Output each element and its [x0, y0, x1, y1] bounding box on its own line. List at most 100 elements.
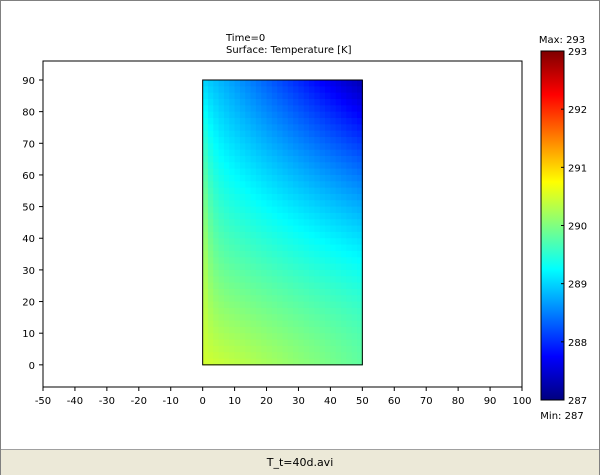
field-cell	[341, 269, 347, 277]
field-cell	[330, 149, 337, 157]
field-cell	[319, 263, 326, 271]
field-cell	[223, 320, 230, 328]
field-cell	[293, 339, 300, 347]
field-cell	[255, 288, 262, 296]
field-cell	[314, 124, 321, 132]
field-cell	[218, 187, 225, 195]
field-cell	[298, 231, 305, 239]
field-cell	[335, 307, 342, 315]
field-cell	[303, 269, 310, 277]
field-cell	[202, 86, 209, 94]
field-cell	[325, 136, 331, 144]
field-cell	[207, 92, 214, 100]
field-cell	[282, 276, 289, 284]
y-tick-label: 60	[22, 171, 35, 182]
field-cell	[239, 320, 246, 328]
field-cell	[266, 149, 273, 157]
field-cell	[287, 206, 294, 214]
field-cell	[325, 301, 331, 309]
field-cell	[282, 295, 289, 303]
field-cell	[303, 339, 310, 347]
field-cell	[250, 244, 257, 252]
field-cell	[346, 143, 353, 151]
field-cell	[293, 320, 300, 328]
field-cell	[229, 320, 236, 328]
field-cell	[314, 86, 321, 94]
field-cell	[346, 149, 353, 157]
field-cell	[330, 212, 337, 220]
field-cell	[234, 250, 241, 258]
field-cell	[330, 200, 337, 208]
field-cell	[250, 295, 257, 303]
field-cell	[207, 124, 214, 132]
field-cell	[325, 111, 331, 119]
field-cell	[303, 301, 310, 309]
field-cell	[250, 117, 257, 125]
field-cell	[346, 136, 353, 144]
field-cell	[239, 193, 246, 201]
field-cell	[202, 288, 209, 296]
field-cell	[303, 79, 310, 87]
field-cell	[287, 288, 294, 296]
field-cell	[319, 320, 326, 328]
field-cell	[207, 276, 214, 284]
field-cell	[314, 320, 321, 328]
field-cell	[271, 168, 278, 176]
field-cell	[245, 238, 252, 246]
field-cell	[309, 295, 316, 303]
field-cell	[245, 225, 252, 233]
colorbar-tick-label: 291	[568, 163, 587, 174]
field-cell	[229, 181, 236, 189]
field-cell	[213, 301, 220, 309]
field-cell	[250, 352, 257, 360]
field-cell	[309, 263, 316, 271]
field-cell	[325, 339, 331, 347]
field-cell	[239, 333, 246, 341]
colorbar-tick-label: 288	[568, 338, 587, 349]
field-cell	[202, 352, 209, 360]
x-tick-label: 100	[512, 396, 531, 407]
field-cell	[346, 105, 353, 113]
field-cell	[298, 326, 305, 334]
field-cell	[245, 320, 252, 328]
field-cell	[341, 174, 347, 182]
field-cell	[261, 143, 268, 151]
field-cell	[293, 130, 300, 138]
field-cell	[202, 193, 209, 201]
field-cell	[271, 225, 278, 233]
field-cell	[330, 174, 337, 182]
field-cell	[229, 326, 236, 334]
field-cell	[266, 282, 273, 290]
field-cell	[330, 143, 337, 151]
field-cell	[202, 181, 209, 189]
field-cell	[245, 86, 252, 94]
field-cell	[245, 352, 252, 360]
field-cell	[229, 231, 236, 239]
field-cell	[335, 162, 342, 170]
field-cell	[314, 105, 321, 113]
field-cell	[309, 168, 316, 176]
field-cell	[325, 257, 331, 265]
field-cell	[250, 326, 257, 334]
field-cell	[293, 225, 300, 233]
field-cell	[250, 79, 257, 87]
field-cell	[282, 345, 289, 353]
field-cell	[261, 79, 268, 87]
field-cell	[213, 307, 220, 315]
field-cell	[325, 320, 331, 328]
field-cell	[266, 295, 273, 303]
field-cell	[250, 301, 257, 309]
field-cell	[298, 117, 305, 125]
field-cell	[351, 244, 358, 252]
field-cell	[202, 143, 209, 151]
field-cell	[213, 174, 220, 182]
field-cell	[245, 111, 252, 119]
field-cell	[213, 295, 220, 303]
field-cell	[330, 162, 337, 170]
field-cell	[271, 92, 278, 100]
field-cell	[261, 333, 268, 341]
field-cell	[218, 345, 225, 353]
field-cell	[287, 86, 294, 94]
field-cell	[282, 301, 289, 309]
field-cell	[314, 314, 321, 322]
